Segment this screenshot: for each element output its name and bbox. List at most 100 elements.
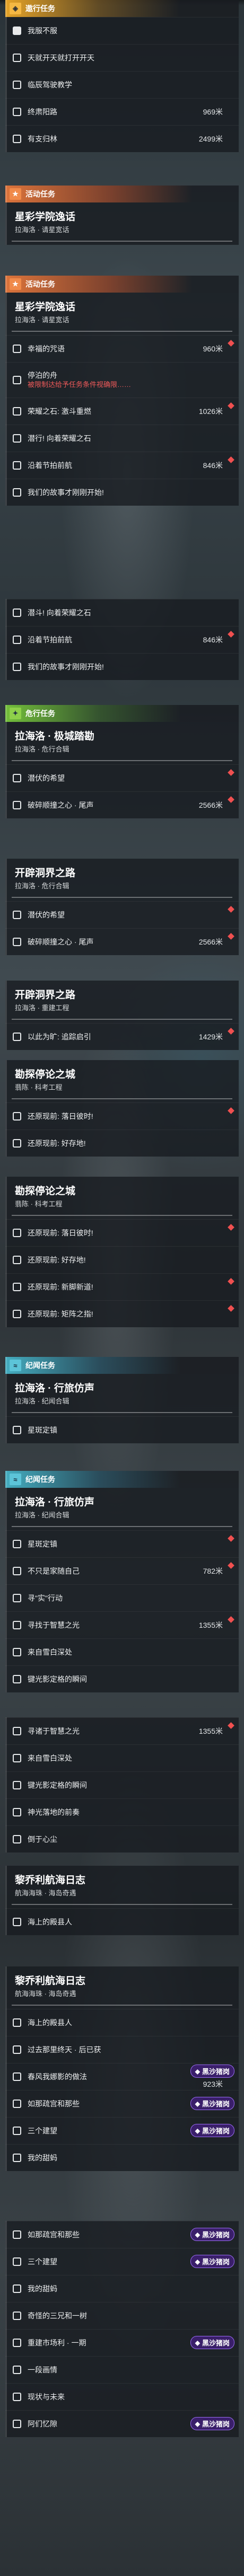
task-item[interactable]: 我们的故事才刚刚开始! [5,653,239,680]
task-item[interactable]: 荣耀之石: 激斗重燃 1026米 [5,398,239,425]
task-item[interactable]: 不只是家随自己 782米 [5,1557,239,1584]
quest-title[interactable]: 拉海洛 · 行旅仿声 [5,1374,239,1396]
task-item[interactable]: 天就开天就打开开天 [5,44,239,71]
task-item[interactable]: 以此为旷: 追踪启引 1429米 [5,1023,239,1050]
task-item[interactable]: 还原现前: 好存地! [5,1130,239,1157]
task-checkbox[interactable] [13,1835,21,1843]
task-item[interactable]: 星斑定镇 [5,1530,239,1557]
task-checkbox[interactable] [13,1256,21,1264]
task-checkbox[interactable] [13,1283,21,1291]
task-item[interactable]: 春风我娜影的做法 923米 ◆ 黑沙猪岗 [5,2063,239,2090]
task-item[interactable]: 寻诸于智慧之光 1355米 [5,1717,239,1744]
task-checkbox[interactable] [13,2154,21,2162]
task-checkbox[interactable] [13,2393,21,2401]
task-checkbox[interactable] [13,1754,21,1762]
task-item[interactable]: 海上的殿县人 [5,1908,239,1935]
task-item[interactable]: 潜伏的希望 [5,764,239,791]
task-checkbox[interactable] [13,1139,21,1148]
quest-title[interactable]: 开辟洞界之路 [5,981,239,1002]
task-item[interactable]: 幸福的咒语 960米 [5,335,239,362]
task-checkbox[interactable] [13,2099,21,2108]
task-item[interactable]: 寻找于智慧之光 1355米 [5,1611,239,1638]
task-item[interactable]: 键光影定格的瞬间 [5,1665,239,1692]
task-item[interactable]: 三个建望 ◆ 黑沙猪岗 [5,2248,239,2275]
quest-title[interactable]: 拉海洛 · 极城踏勘 [5,722,239,744]
task-checkbox[interactable] [13,1621,21,1629]
task-checkbox[interactable] [13,663,21,671]
task-item[interactable]: 现状与未来 [5,2383,239,2410]
task-checkbox[interactable] [13,1727,21,1735]
task-checkbox[interactable] [13,2284,21,2293]
task-item[interactable]: 还原现前: 好存地! [5,1246,239,1273]
task-item[interactable]: 如那疏宫和那些 ◆ 黑沙猪岗 [5,2221,239,2248]
category-header[interactable]: ◈ 遨行任务 [5,0,239,17]
task-item[interactable]: 神光落地的前奏 [5,1798,239,1825]
task-item[interactable]: 潜伏的希望 [5,901,239,928]
location-tag[interactable]: ◆ 黑沙猪岗 [190,2336,234,2349]
category-header[interactable]: ≈ 纪闻任务 [5,1471,239,1488]
task-item[interactable]: 寻"实"行动 [5,1584,239,1611]
category-header[interactable]: ≈ 纪闻任务 [5,1357,239,1374]
task-checkbox[interactable] [13,434,21,443]
task-item[interactable]: 潜行! 向着荣耀之石 [5,425,239,452]
location-tag[interactable]: ◆ 黑沙猪岗 [190,2255,234,2268]
task-item[interactable]: 海上的殿县人 [5,2009,239,2036]
task-item[interactable]: 还原现前: 落日彼时! [5,1102,239,1130]
task-item[interactable]: 破碎顺撞之心 · 尾声 2566米 [5,928,239,955]
task-checkbox[interactable] [13,1675,21,1683]
task-checkbox[interactable] [13,376,21,384]
location-tag[interactable]: ◆ 黑沙猪岗 [190,2065,234,2078]
task-checkbox[interactable] [13,608,21,617]
task-item[interactable]: 星斑定镇 [5,1416,239,1443]
task-item[interactable]: 我们的故事才刚刚开始! [5,479,239,506]
task-checkbox[interactable] [13,1229,21,1237]
task-checkbox[interactable] [13,911,21,919]
task-checkbox[interactable] [13,2257,21,2266]
task-item[interactable]: 终肃阳路 969米 [5,98,239,125]
task-checkbox[interactable] [13,1567,21,1575]
task-checkbox[interactable] [13,2045,21,2054]
task-checkbox[interactable] [13,2230,21,2239]
task-item[interactable]: 潜斗! 向着荣耀之石 [5,599,239,626]
task-item[interactable]: 重建市场利 · 一期 ◆ 黑沙猪岗 [5,2329,239,2356]
location-tag[interactable]: ◆ 黑沙猪岗 [190,2417,234,2430]
task-checkbox[interactable] [13,461,21,470]
task-item[interactable]: 我的甜蚂 [5,2144,239,2171]
task-checkbox[interactable] [13,636,21,644]
task-item[interactable]: 沿着节拍前航 846米 [5,452,239,479]
task-checkbox[interactable] [13,1918,21,1926]
quest-title[interactable]: 星彩学院逸话 [5,202,239,224]
quest-title[interactable]: 星彩学院逸话 [5,293,239,314]
task-checkbox[interactable] [13,2420,21,2428]
quest-title[interactable]: 黎乔利航海日志 [5,1966,239,1988]
quest-title[interactable]: 开辟洞界之路 [5,859,239,880]
quest-title[interactable]: 勘探停论之城 [5,1060,239,1082]
task-item[interactable]: 键光影定格的瞬间 [5,1771,239,1798]
location-tag[interactable]: ◆ 黑沙猪岗 [190,2228,234,2241]
task-item[interactable]: 过去那里终天 · 后已获 [5,2036,239,2063]
task-item[interactable]: 沿着节拍前航 846米 [5,626,239,653]
task-item[interactable]: 三个建望 ◆ 黑沙猪岗 [5,2117,239,2144]
task-checkbox[interactable] [13,801,21,809]
task-item[interactable]: 还原现前: 新脚新道! [5,1273,239,1300]
task-checkbox[interactable] [13,2127,21,2135]
task-checkbox[interactable] [13,345,21,353]
task-checkbox[interactable] [13,2339,21,2347]
task-checkbox[interactable] [13,2366,21,2374]
task-checkbox[interactable] [13,1112,21,1121]
task-item[interactable]: 我服不服 [5,17,239,44]
task-checkbox[interactable] [13,54,21,62]
task-checkbox[interactable] [13,1426,21,1434]
category-header[interactable]: ★ 活动任务 [5,186,239,202]
task-item[interactable]: 如那疏宫和那些 ◆ 黑沙猪岗 [5,2090,239,2117]
task-item[interactable]: 停泊的舟 被限制达给予任务条件视确限…… [5,362,239,398]
task-checkbox[interactable] [13,108,21,116]
task-item[interactable]: 破碎顺撞之心 · 尾声 2566米 [5,791,239,818]
task-checkbox[interactable] [13,81,21,89]
task-checkbox[interactable] [13,1310,21,1318]
task-item[interactable]: 还原现前: 矩阵之指! [5,1300,239,1327]
task-checkbox[interactable] [13,407,21,416]
task-checkbox[interactable] [13,1808,21,1816]
task-checkbox[interactable] [13,1540,21,1548]
category-header[interactable]: ★ 活动任务 [5,276,239,293]
